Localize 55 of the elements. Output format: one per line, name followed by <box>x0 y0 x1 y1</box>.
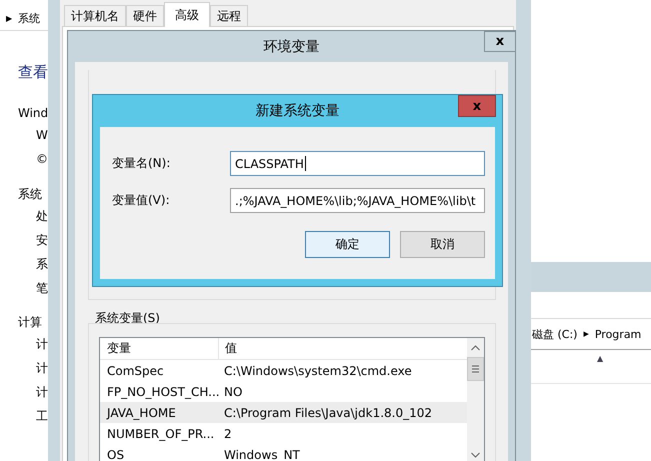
info-text: 笔 <box>36 280 49 297</box>
input-field[interactable]: .;%JAVA_HOME%\lib;%JAVA_HOME%\lib\t <box>230 188 485 213</box>
info-text: 计 <box>36 336 49 353</box>
variable-name: NUMBER_OF_PR... <box>106 426 216 440</box>
breadcrumb-item[interactable]: Program <box>594 328 642 340</box>
dialog-button[interactable]: 取消 <box>400 231 485 258</box>
variable-name: OS <box>106 448 126 461</box>
field-label: 变量值(V): <box>112 192 171 209</box>
section-label: 计算 <box>18 314 43 331</box>
info-text: 计 <box>36 384 49 401</box>
breadcrumb-arrow[interactable]: ▶ <box>6 14 12 22</box>
tab[interactable]: 计算机名 <box>64 5 126 26</box>
scroll-down-icon[interactable] <box>471 452 480 458</box>
variable-value: Windows_NT <box>223 448 300 461</box>
variable-name: JAVA_HOME <box>105 406 177 420</box>
sort-indicator: ▲ <box>597 354 604 363</box>
breadcrumb-item[interactable]: 磁盘 (C:) <box>532 326 578 342</box>
dialog-title: 环境变量 <box>264 38 320 56</box>
info-text: © <box>36 152 49 168</box>
scroll-thumb[interactable] <box>467 357 484 381</box>
dialog-button[interactable]: 确定 <box>305 231 390 258</box>
text-cursor <box>304 156 306 171</box>
info-text: 工 <box>36 408 49 425</box>
list-row[interactable]: FP_NO_HOST_CH... NO <box>100 381 467 402</box>
info-text: 系 <box>36 256 49 273</box>
section-label: 系统 <box>18 186 43 203</box>
tab[interactable]: 硬件 <box>126 5 164 26</box>
list-row[interactable]: OS Windows_NT <box>100 444 467 461</box>
info-text: 计 <box>36 360 49 377</box>
variable-value: C:\Windows\system32\cmd.exe <box>223 364 412 378</box>
variable-value: 2 <box>223 426 232 440</box>
tab[interactable]: 高级 <box>164 2 210 27</box>
close-button[interactable]: x <box>458 95 496 117</box>
column-header[interactable]: 值 <box>219 338 237 359</box>
breadcrumb-item[interactable]: 系统 <box>18 10 40 26</box>
input-field[interactable]: CLASSPATH <box>230 151 485 176</box>
info-text: W <box>36 128 49 144</box>
scroll-up-icon[interactable] <box>471 345 480 351</box>
tab[interactable]: 远程 <box>210 5 248 26</box>
column-header[interactable]: 变量 <box>100 338 219 359</box>
variable-name: FP_NO_HOST_CH... <box>106 384 218 398</box>
variable-name: ComSpec <box>106 364 165 378</box>
variable-value: NO <box>223 384 242 398</box>
dialog-title: 新建系统变量 <box>256 102 340 120</box>
list-row[interactable]: ComSpec C:\Windows\system32\cmd.exe <box>100 360 467 381</box>
info-text: 处 <box>36 208 49 225</box>
group-label: 系统变量(S) <box>95 310 161 327</box>
field-label: 变量名(N): <box>112 155 172 172</box>
section-label: Wind <box>18 106 50 122</box>
variable-value: C:\Program Files\Java\jdk1.8.0_102 <box>223 406 432 420</box>
info-text: 安 <box>36 232 49 249</box>
page-heading: 查看 <box>18 63 49 82</box>
list-row[interactable]: NUMBER_OF_PR... 2 <box>100 423 467 444</box>
close-button[interactable]: x <box>484 31 516 52</box>
list-row[interactable]: JAVA_HOME C:\Program Files\Java\jdk1.8.0_102 <box>100 402 467 423</box>
